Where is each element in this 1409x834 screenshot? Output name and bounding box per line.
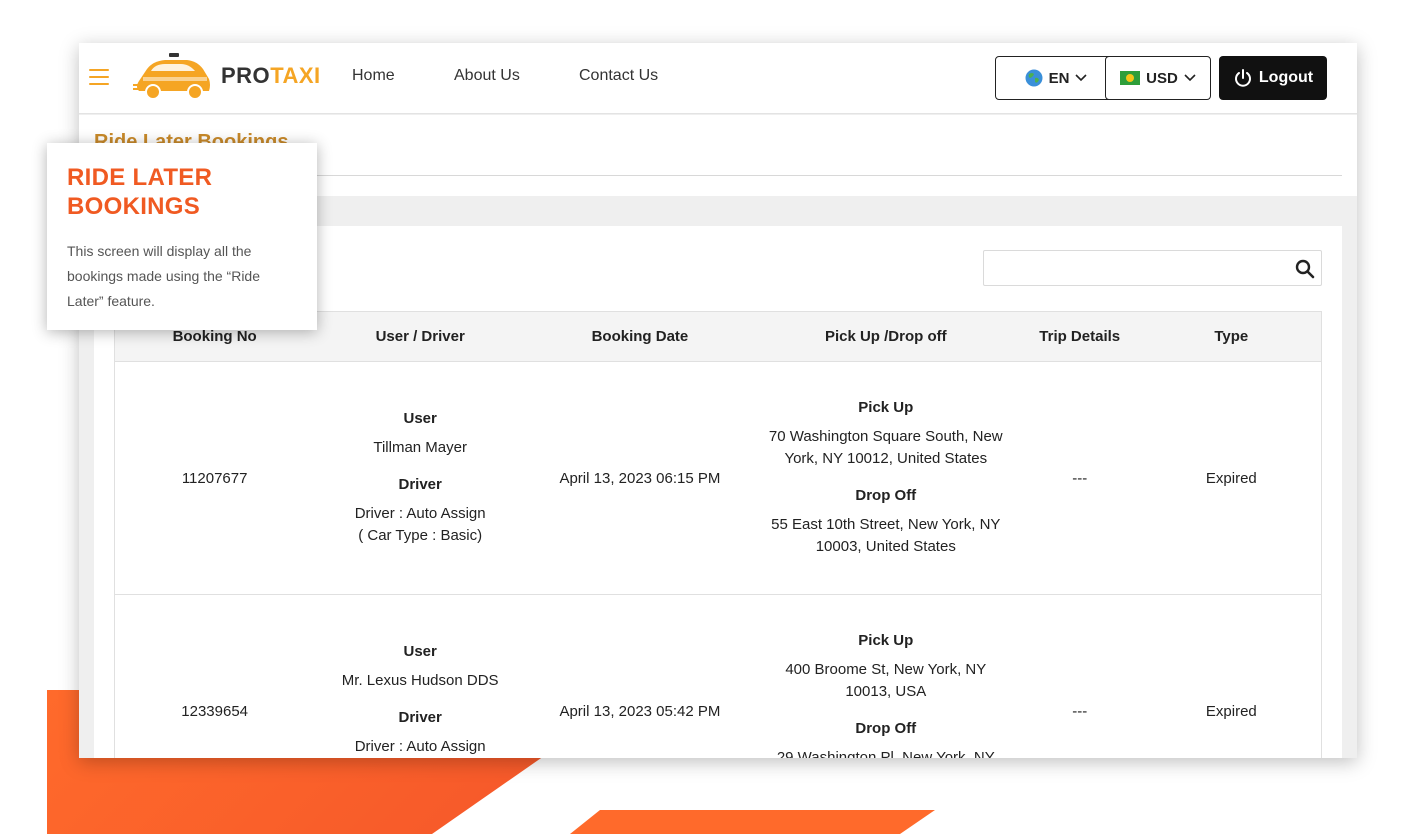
header-booking-date[interactable]: Booking Date bbox=[526, 311, 754, 362]
nav-about-link[interactable]: About Us bbox=[454, 67, 520, 85]
booking-no-cell: 12339654 bbox=[114, 594, 315, 758]
chevron-down-icon bbox=[1184, 74, 1196, 82]
feature-callout: RIDE LATER BOOKINGS This screen will dis… bbox=[47, 143, 317, 330]
header-user-driver[interactable]: User / Driver bbox=[314, 311, 527, 362]
brand-taxi: TAXI bbox=[270, 63, 321, 88]
table-row: 12339654 User Mr. Lexus Hudson DDS Drive… bbox=[114, 594, 1322, 758]
user-driver-cell: User Tillman Mayer Driver Driver : Auto … bbox=[314, 361, 527, 595]
booking-date-cell: April 13, 2023 06:15 PM bbox=[526, 361, 754, 595]
header-pickup-dropoff[interactable]: Pick Up /Drop off bbox=[753, 311, 1018, 362]
driver-name: Driver : Auto Assign bbox=[354, 505, 486, 522]
user-name: Mr. Lexus Hudson DDS bbox=[341, 672, 499, 689]
flag-icon bbox=[1120, 71, 1141, 85]
type-cell: Expired bbox=[1141, 594, 1322, 758]
chevron-down-icon bbox=[1075, 74, 1087, 82]
pickup-dropoff-cell: Pick Up 400 Broome St, New York, NY 1001… bbox=[753, 594, 1018, 758]
pickup-address: 70 Washington Square South, New York, NY… bbox=[768, 428, 1003, 467]
currency-selector[interactable]: USD bbox=[1105, 56, 1211, 100]
header: PROTAXI Home About Us Contact Us EN USD bbox=[79, 43, 1357, 114]
hamburger-menu-icon[interactable] bbox=[89, 69, 109, 85]
logout-button[interactable]: Logout bbox=[1219, 56, 1327, 100]
language-label: EN bbox=[1048, 69, 1070, 87]
dropoff-address: 29 Washington Pl, New York, NY 10003, US… bbox=[776, 749, 995, 758]
currency-label: USD bbox=[1146, 69, 1178, 87]
nav-contact-link[interactable]: Contact Us bbox=[579, 67, 658, 85]
user-label: User bbox=[403, 643, 437, 660]
pickup-label: Pick Up bbox=[858, 399, 914, 416]
bookings-table: Booking No User / Driver Booking Date Pi… bbox=[114, 311, 1322, 758]
user-label: User bbox=[403, 410, 437, 427]
pickup-address: 400 Broome St, New York, NY 10013, USA bbox=[785, 661, 987, 700]
car-type: ( Car Type : Basic) bbox=[358, 527, 483, 544]
trip-details-cell: --- bbox=[1017, 361, 1142, 595]
booking-date-cell: April 13, 2023 05:42 PM bbox=[526, 594, 754, 758]
user-name: Tillman Mayer bbox=[373, 439, 467, 456]
dropoff-address: 55 East 10th Street, New York, NY 10003,… bbox=[771, 516, 1001, 555]
type-cell: Expired bbox=[1141, 361, 1322, 595]
booking-no-cell: 11207677 bbox=[114, 361, 315, 595]
brand-logo-text[interactable]: PROTAXI bbox=[221, 63, 321, 89]
logout-label: Logout bbox=[1258, 69, 1314, 86]
driver-label: Driver bbox=[398, 709, 442, 726]
header-trip-details[interactable]: Trip Details bbox=[1017, 311, 1142, 362]
search-icon[interactable] bbox=[1295, 259, 1315, 279]
table-row: 11207677 User Tillman Mayer Driver Drive… bbox=[114, 361, 1322, 595]
search-input[interactable] bbox=[984, 251, 1284, 285]
power-icon bbox=[1234, 69, 1251, 87]
search-box bbox=[983, 250, 1322, 286]
driver-label: Driver bbox=[398, 476, 442, 493]
callout-body: This screen will display all the booking… bbox=[67, 243, 261, 309]
taxi-car-logo-icon bbox=[133, 53, 210, 100]
dropoff-label: Drop Off bbox=[855, 720, 917, 737]
user-driver-cell: User Mr. Lexus Hudson DDS Driver Driver … bbox=[314, 594, 527, 758]
dropoff-label: Drop Off bbox=[855, 487, 917, 504]
trip-details-cell: --- bbox=[1017, 594, 1142, 758]
header-type[interactable]: Type bbox=[1141, 311, 1322, 362]
nav-home-link[interactable]: Home bbox=[352, 67, 395, 85]
decorative-orange-shape-right bbox=[570, 810, 935, 834]
callout-title: RIDE LATER BOOKINGS bbox=[67, 164, 213, 220]
pickup-label: Pick Up bbox=[858, 632, 914, 649]
brand-pro: PRO bbox=[221, 63, 271, 88]
driver-name: Driver : Auto Assign bbox=[354, 738, 486, 755]
globe-icon bbox=[1025, 69, 1043, 87]
language-selector[interactable]: EN bbox=[995, 56, 1117, 100]
pickup-dropoff-cell: Pick Up 70 Washington Square South, New … bbox=[753, 361, 1018, 595]
